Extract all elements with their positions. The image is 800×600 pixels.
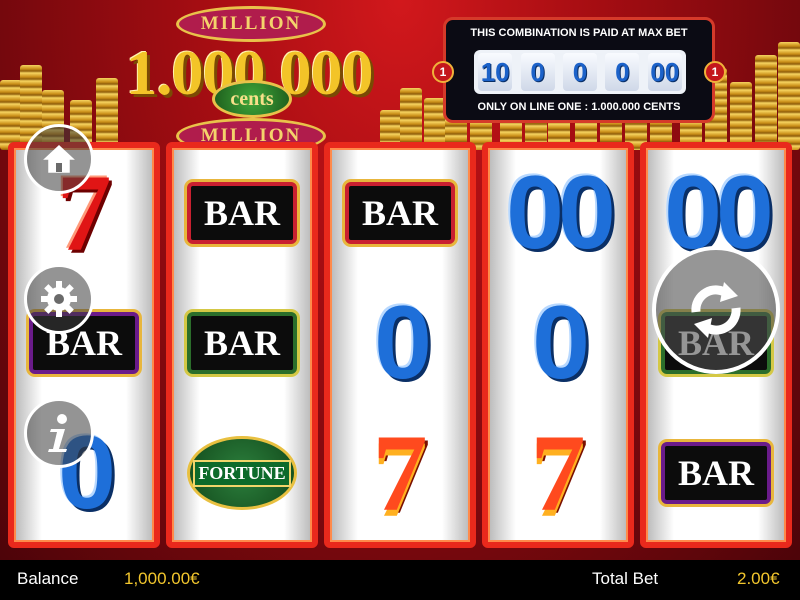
reel-1: 7 BAR 0: [8, 142, 160, 548]
reel-symbol: 7: [488, 408, 628, 538]
home-button[interactable]: [24, 124, 94, 194]
total-bet-value: 2.00€: [737, 569, 780, 588]
logo-cents: cents: [212, 80, 292, 118]
reel-3: BAR 0 7: [324, 142, 476, 548]
line-marker-right: 1: [704, 61, 726, 83]
bar-symbol: BAR: [345, 182, 455, 244]
home-icon: [43, 144, 75, 173]
coin-stack: [778, 42, 800, 150]
balance-label: Balance: [17, 569, 79, 588]
combination-cell: 00: [647, 53, 682, 91]
line-marker-left: 1: [432, 61, 454, 83]
reel-symbol: 7: [330, 408, 470, 538]
coin-stack: [0, 80, 22, 150]
reel-2: BAR BAR FORTUNE: [166, 142, 318, 548]
spin-button[interactable]: [652, 246, 780, 374]
info-icon: [48, 414, 67, 452]
gear-icon: [41, 281, 77, 317]
seven-symbol: 7: [372, 412, 428, 534]
jackpot-combination-panel: THIS COMBINATION IS PAID AT MAX BET 1 10…: [432, 17, 726, 123]
reel-symbol: 00: [488, 148, 628, 278]
bar-symbol: BAR: [187, 182, 297, 244]
combination-footer: ONLY ON LINE ONE : 1.000.000 CENTS: [477, 101, 681, 113]
zero-symbol: 0: [374, 285, 432, 401]
combination-cell: 10: [478, 53, 513, 91]
fortune-symbol: FORTUNE: [187, 436, 297, 510]
fortune-label: FORTUNE: [193, 459, 291, 487]
balance-value: 1,000.00€: [124, 569, 200, 588]
bar-symbol: BAR: [661, 442, 771, 504]
info-button[interactable]: [24, 398, 94, 468]
total-bet-label: Total Bet: [592, 569, 659, 588]
reel-symbol: BAR: [172, 148, 312, 278]
combination-cells: 10 0 0 0 00: [474, 50, 686, 94]
reel-symbol: BAR: [646, 408, 786, 538]
game-stage: MILLION 1.000.000 cents MILLION THIS COM…: [0, 0, 800, 560]
coin-stack: [730, 82, 752, 150]
combination-cell: 0: [562, 53, 597, 91]
reel-symbol: BAR: [330, 148, 470, 278]
reel-symbol: FORTUNE: [172, 408, 312, 538]
coin-stack: [755, 55, 777, 150]
bar-symbol: BAR: [187, 312, 297, 374]
seven-symbol: 7: [530, 412, 586, 534]
game-logo: MILLION 1.000.000 cents MILLION: [104, 6, 394, 154]
combination-cell: 0: [520, 53, 555, 91]
reel-symbol: BAR: [172, 278, 312, 408]
reel-4: 00 0 7: [482, 142, 634, 548]
zero-symbol: 0: [532, 285, 590, 401]
reel-symbol: 0: [330, 278, 470, 408]
combination-cell: 0: [605, 53, 640, 91]
settings-button[interactable]: [24, 264, 94, 334]
coin-stack: [400, 88, 422, 150]
double-zero-symbol: 00: [506, 155, 616, 271]
refresh-icon: [691, 282, 741, 338]
combination-title: THIS COMBINATION IS PAID AT MAX BET: [470, 27, 688, 39]
status-bar: Balance 1,000.00€ Total Bet 2.00€: [0, 560, 800, 600]
reel-symbol: 0: [488, 278, 628, 408]
